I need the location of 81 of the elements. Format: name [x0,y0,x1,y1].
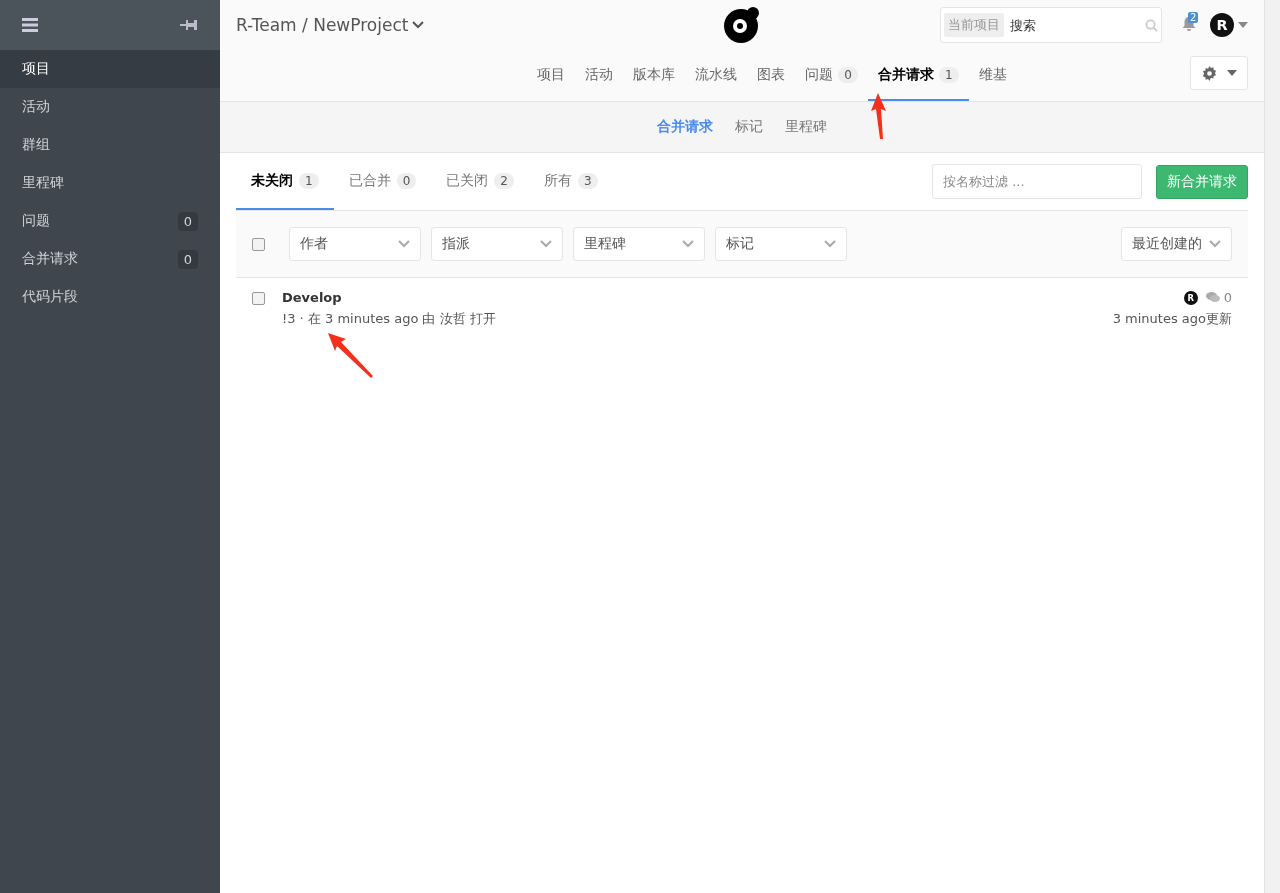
filter-dropdown[interactable]: 指派 [431,227,563,261]
sort-dropdown[interactable]: 最近创建的 [1121,227,1232,261]
logo-icon[interactable] [723,6,761,44]
sidebar-count: 0 [177,249,198,269]
sidebar-label: 合并请求 [22,250,78,268]
state-tab-label: 已合并 [348,171,391,190]
state-tab-label: 所有 [543,171,572,190]
user-avatar[interactable]: R [1210,13,1234,37]
name-filter-field[interactable]: 按名称过滤 ... [932,164,1142,199]
nav-tab[interactable]: 图表 [747,50,796,101]
sidebar-label: 活动 [22,98,50,116]
nav-tab[interactable]: 问题 0 [795,50,868,101]
nav-tab-label: 版本库 [633,65,676,84]
chevron-down-icon [824,240,836,248]
settings-icon [1201,65,1217,81]
select-all-checkbox[interactable] [252,237,265,251]
sub-nav-tab[interactable]: 里程碑 [775,118,837,136]
nav-tab-label: 问题 [805,65,834,84]
updated-time: 3 minutes ago更新 [1112,310,1232,328]
search-icon [1145,18,1158,32]
state-tab-count: 2 [494,172,514,189]
chevron-down-icon [540,240,552,248]
settings-button[interactable] [1190,56,1248,90]
sidebar-label: 项目 [22,60,50,78]
filter-dropdown[interactable]: 作者 [289,227,421,261]
state-tab-label: 未关闭 [251,171,293,190]
search-scope: 当前项目 [944,13,1004,37]
sidebar-label: 群组 [22,136,50,154]
project-breadcrumb[interactable]: R-Team / NewProject [236,15,425,35]
state-tab-count: 1 [299,172,319,189]
nav-tab-count: 1 [939,66,959,83]
sidebar-item[interactable]: 项目 [0,50,220,88]
notification-count: 2 [1188,11,1199,23]
nav-tab[interactable]: 维基 [968,50,1017,101]
annotation-arrow [871,93,887,139]
chevron-down-icon [412,21,425,29]
nav-tab-label: 合并请求 [878,65,934,84]
nav-tab[interactable]: 活动 [575,50,624,101]
merge-request-meta: !3 · 在 3 minutes ago 由 汝哲 打开 [282,310,497,328]
state-tab-count: 0 [396,172,417,189]
chevron-down-icon [1209,240,1221,248]
sidebar-count: 0 [177,211,198,231]
nav-tab-count: 0 [838,66,858,83]
sidebar-label: 问题 [22,212,50,230]
nav-tab-label: 流水线 [695,65,738,84]
state-tab[interactable]: 已关闭 2 [431,153,529,210]
nav-tab-label: 活动 [585,65,614,84]
state-tab-label: 已关闭 [446,171,489,190]
comment-count: 0 [1223,290,1232,305]
annotation-arrow [328,333,374,379]
chevron-down-icon [682,240,694,248]
pin-icon[interactable] [180,19,198,31]
state-tab[interactable]: 所有 3 [528,153,613,210]
sidebar-item[interactable]: 问题 0 [0,202,220,240]
nav-tab[interactable]: 项目 [527,50,576,101]
comments-icon [1205,292,1220,303]
nav-tab-label: 图表 [757,65,786,84]
caret-icon [1226,70,1237,76]
chevron-down-icon [398,240,410,248]
caret-icon[interactable] [1238,22,1248,28]
state-tab-count: 3 [577,172,598,189]
sidebar-label: 里程碑 [22,174,64,192]
nav-tab-label: 项目 [537,65,566,84]
author-avatar[interactable]: R [1183,290,1198,305]
sub-nav-tab[interactable]: 标记 [725,118,773,136]
menu-icon[interactable] [22,18,38,32]
sidebar-item[interactable]: 里程碑 [0,164,220,202]
filter-dropdown[interactable]: 里程碑 [573,227,705,261]
filter-dropdown[interactable]: 标记 [715,227,847,261]
sidebar-item[interactable]: 活动 [0,88,220,126]
merge-request-title[interactable]: Develop [282,290,1113,305]
nav-tab-label: 维基 [978,65,1007,84]
nav-tab[interactable]: 流水线 [685,50,748,101]
row-checkbox[interactable] [252,292,265,305]
sidebar-item[interactable]: 代码片段 [0,278,220,316]
sidebar-item[interactable]: 合并请求 0 [0,240,220,278]
scrollbar[interactable] [1264,0,1280,893]
nav-tab[interactable]: 版本库 [623,50,686,101]
state-tab[interactable]: 已合并 0 [333,153,432,210]
sidebar-label: 代码片段 [22,288,78,306]
sidebar-item[interactable]: 群组 [0,126,220,164]
